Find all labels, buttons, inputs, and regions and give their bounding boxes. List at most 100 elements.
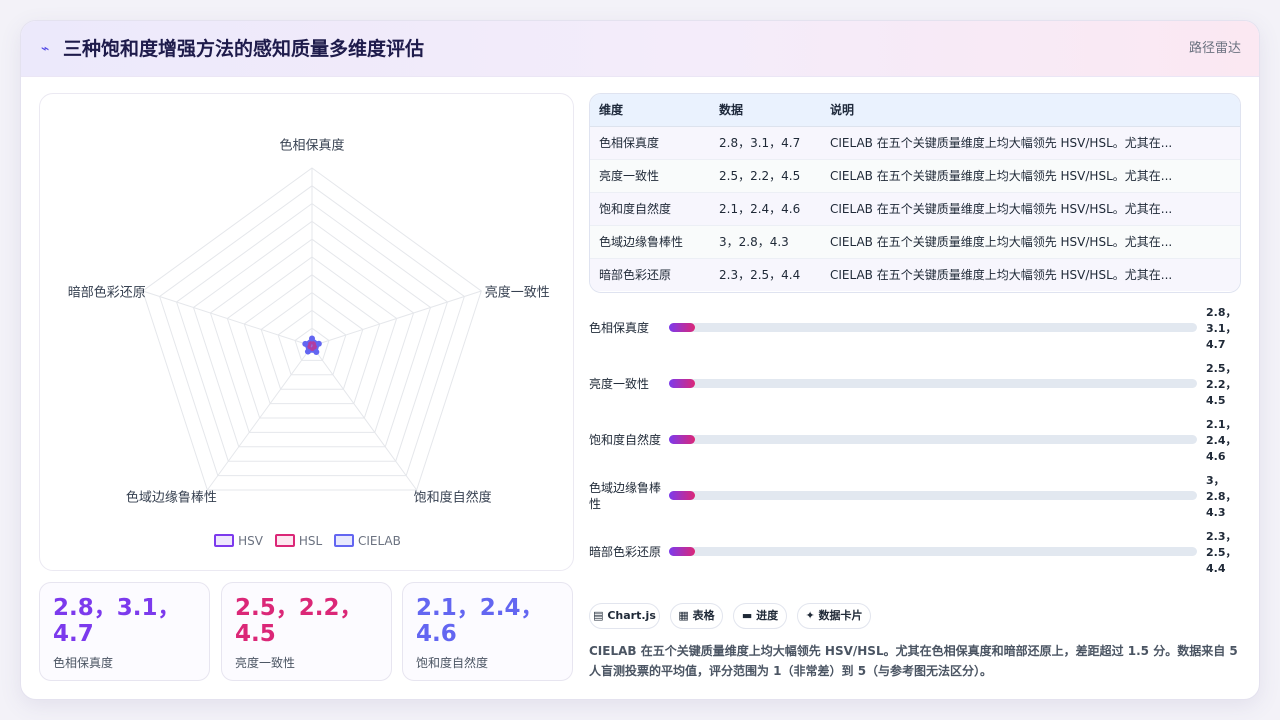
progress-value: 2.1，2.4，4.6 [1206, 418, 1237, 463]
table-row[interactable]: 亮度一致性 2.5，2.2，4.5 CIELAB 在五个关键质量维度上均大幅领先… [590, 159, 1240, 193]
dashboard-card: ⌁ 三种饱和度增强方法的感知质量多维度评估 路径雷达 色相保真度 亮度一致性 饱和度… [20, 20, 1260, 700]
radar-axis-label: 色域边缘鲁棒性 [126, 490, 217, 506]
legend-label-hsv: HSV [238, 534, 263, 548]
chip-data-cards[interactable]: ✦ 数据卡片 [797, 603, 871, 629]
stat-label: 饱和度自然度 [416, 656, 489, 670]
legend-label-hsl: HSL [298, 534, 323, 548]
chip-label: 数据卡片 [818, 609, 863, 622]
table-cell: 2.3，2.5，4.4 [710, 258, 821, 291]
progress-track [669, 491, 1197, 500]
stat-value: 2.8，3.1，4.7 [53, 595, 181, 647]
table-cell: 暗部色彩还原 [590, 258, 710, 291]
data-table-panel: 维度 数据 说明 色相保真度 2.8，3.1，4.7 CIELAB 在五个关键质… [589, 93, 1241, 293]
radar-axis-label: 色相保真度 [279, 138, 344, 154]
radar-axis-label: 亮度一致性 [485, 284, 550, 300]
data-table: 维度 数据 说明 色相保真度 2.8，3.1，4.7 CIELAB 在五个关键质… [590, 94, 1240, 291]
table-cell: 2.5，2.2，4.5 [710, 159, 821, 193]
header-bar: ⌁ 三种饱和度增强方法的感知质量多维度评估 路径雷达 [21, 21, 1259, 77]
table-header-row: 维度 数据 说明 [590, 94, 1240, 127]
page-title: 三种饱和度增强方法的感知质量多维度评估 [63, 38, 425, 60]
progress-track [669, 379, 1197, 388]
progress-fill [669, 491, 696, 500]
legend-swatch-cielab [333, 534, 354, 547]
chip-label: 进度 [756, 609, 779, 622]
header-tag[interactable]: 路径雷达 [1189, 39, 1241, 59]
radar-axis-label: 暗部色彩还原 [68, 284, 146, 300]
progress-label: 亮度一致性 [589, 377, 650, 391]
stat-value: 2.1，2.4，4.6 [416, 595, 544, 647]
progress-fill [669, 323, 696, 332]
table-cell: 3，2.8，4.3 [710, 225, 821, 259]
radar-point [313, 348, 320, 355]
radar-point [304, 348, 311, 355]
table-cell: 色相保真度 [590, 126, 710, 160]
legend-swatch-hsv [214, 534, 235, 547]
table-row[interactable]: 暗部色彩还原 2.3，2.5，4.4 CIELAB 在五个关键质量维度上均大幅领… [590, 258, 1240, 291]
table-cell: CIELAB 在五个关键质量维度上均大幅领先 HSV/HSL。尤其在... [821, 192, 1240, 226]
progress-fill [669, 547, 696, 556]
progress-value: 2.3，2.5，4.4 [1206, 530, 1237, 575]
progress-track [669, 435, 1197, 444]
radar-chart: 色相保真度亮度一致性饱和度自然度 色域边缘鲁棒性 暗部色彩还原 [68, 138, 550, 506]
radar-chart-panel: 色相保真度亮度一致性饱和度自然度 色域边缘鲁棒性 暗部色彩还原 HSV HSL CI… [39, 93, 574, 571]
progress-value: 2.5，2.2，4.5 [1206, 362, 1237, 407]
progress-row-gamut: 色域边缘鲁棒性 3，2.8，4.3 [589, 473, 1249, 523]
progress-label: 色域边缘鲁棒性 [589, 481, 662, 511]
progress-row-saturation: 饱和度自然度 2.1，2.4，4.6 [589, 417, 1249, 467]
progress-track [669, 323, 1197, 332]
table-cell: 2.1，2.4，4.6 [710, 192, 821, 226]
chip-label: 表格 [692, 609, 715, 622]
progress-track [669, 547, 1197, 556]
stat-label: 亮度一致性 [235, 656, 296, 670]
table-cell: CIELAB 在五个关键质量维度上均大幅领先 HSV/HSL。尤其在... [821, 126, 1240, 160]
table-row[interactable]: 色相保真度 2.8，3.1，4.7 CIELAB 在五个关键质量维度上均大幅领先… [590, 126, 1240, 160]
legend-item-cielab[interactable]: CIELAB [333, 532, 401, 550]
chart-icon: ▤ [593, 609, 604, 622]
stat-label: 色相保真度 [53, 656, 114, 670]
table-cell: CIELAB 在五个关键质量维度上均大幅领先 HSV/HSL。尤其在... [821, 159, 1240, 193]
progress-fill [669, 379, 696, 388]
stat-card-hue: 2.8，3.1，4.7 色相保真度 [39, 582, 210, 681]
summary-text: CIELAB 在五个关键质量维度上均大幅领先 HSV/HSL。尤其在色相保真度和… [589, 644, 1238, 678]
stat-card-saturation: 2.1，2.4，4.6 饱和度自然度 [402, 582, 573, 681]
progress-row-hue: 色相保真度 2.8，3.1，4.7 [589, 305, 1249, 355]
progress-fill [669, 435, 696, 444]
progress-label: 色相保真度 [589, 321, 650, 335]
table-cell: 饱和度自然度 [590, 192, 710, 226]
progress-icon: ▬ [741, 609, 753, 622]
column-header-dimension: 维度 [590, 94, 710, 127]
radar-point [302, 340, 309, 347]
stat-value: 2.5，2.2，4.5 [235, 595, 363, 647]
table-cell: CIELAB 在五个关键质量维度上均大幅领先 HSV/HSL。尤其在... [821, 258, 1240, 291]
chip-chartjs[interactable]: ▤ Chart.js [589, 603, 660, 629]
column-header-description: 说明 [821, 94, 1240, 127]
progress-label: 暗部色彩还原 [589, 545, 662, 559]
table-row[interactable]: 饱和度自然度 2.1，2.4，4.6 CIELAB 在五个关键质量维度上均大幅领… [590, 192, 1240, 226]
legend-label-cielab: CIELAB [357, 534, 401, 548]
sparkle-icon: ✦ [805, 609, 815, 622]
radar-point [309, 335, 315, 342]
column-header-data: 数据 [710, 94, 821, 127]
trend-line-icon: ⌁ [41, 41, 50, 57]
radar-point [315, 340, 322, 347]
legend-item-hsv[interactable]: HSV [214, 532, 263, 550]
progress-row-shadow: 暗部色彩还原 2.3，2.5，4.4 [589, 529, 1249, 579]
chip-table[interactable]: ▦ 表格 [670, 603, 723, 629]
table-cell: 2.8，3.1，4.7 [710, 126, 821, 160]
radar-axis-line [311, 290, 482, 347]
progress-value: 3，2.8，4.3 [1206, 474, 1237, 519]
legend-swatch-hsl [274, 534, 295, 547]
table-cell: 色域边缘鲁棒性 [590, 225, 710, 259]
progress-label: 饱和度自然度 [589, 433, 662, 447]
table-cell: CIELAB 在五个关键质量维度上均大幅领先 HSV/HSL。尤其在... [821, 225, 1240, 259]
chip-progress[interactable]: ▬ 进度 [733, 603, 787, 629]
radar-axis-label: 饱和度自然度 [414, 490, 492, 506]
table-row[interactable]: 色域边缘鲁棒性 3，2.8，4.3 CIELAB 在五个关键质量维度上均大幅领先… [590, 225, 1240, 259]
chip-label: Chart.js [607, 609, 656, 622]
stat-card-brightness: 2.5，2.2，4.5 亮度一致性 [221, 582, 392, 681]
radar-axis-line [142, 290, 313, 347]
progress-row-brightness: 亮度一致性 2.5，2.2，4.5 [589, 361, 1249, 411]
legend-item-hsl[interactable]: HSL [274, 532, 323, 550]
table-icon: ▦ [678, 609, 689, 622]
progress-value: 2.8，3.1，4.7 [1206, 306, 1237, 351]
